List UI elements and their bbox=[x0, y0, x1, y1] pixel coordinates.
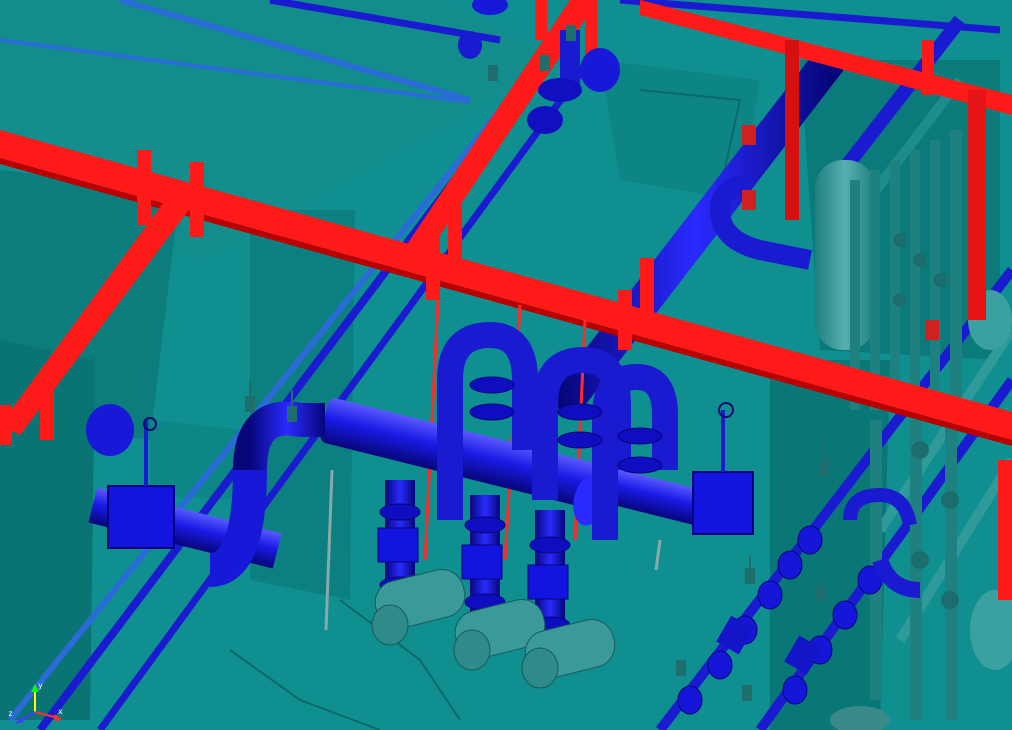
column-red-11[interactable] bbox=[785, 40, 799, 220]
vertical-pipe-c[interactable] bbox=[890, 160, 900, 410]
pump-valve-2[interactable] bbox=[461, 544, 503, 580]
column-red-1[interactable] bbox=[137, 150, 151, 225]
column-red-3[interactable] bbox=[426, 230, 440, 300]
column-red-2[interactable] bbox=[190, 162, 204, 237]
column-red-14[interactable] bbox=[0, 405, 12, 445]
column-red-12[interactable] bbox=[998, 460, 1012, 600]
valve-box-left[interactable] bbox=[107, 485, 175, 549]
pipe-end-left bbox=[86, 404, 134, 456]
valve-red-2[interactable] bbox=[742, 190, 756, 210]
column-red-4[interactable] bbox=[448, 205, 462, 265]
column-red-13[interactable] bbox=[40, 370, 54, 440]
pump-valve-3[interactable] bbox=[527, 564, 569, 600]
vertical-tank[interactable] bbox=[815, 160, 875, 350]
column-red-10[interactable] bbox=[968, 90, 986, 320]
viewport-canvas[interactable]: y x z bbox=[0, 0, 1012, 730]
column-red-9[interactable] bbox=[922, 40, 934, 95]
vertical-pipe-d[interactable] bbox=[910, 150, 920, 410]
column-red-8[interactable] bbox=[585, 0, 597, 55]
column-red-5[interactable] bbox=[618, 290, 632, 350]
model-viewport[interactable]: y x z bbox=[0, 0, 1012, 730]
valve-red-3[interactable] bbox=[925, 320, 939, 340]
pump-valve-1[interactable] bbox=[377, 527, 419, 563]
vertical-pipe-f[interactable] bbox=[950, 130, 962, 410]
triad-y-label: y bbox=[38, 681, 43, 690]
column-red-7[interactable] bbox=[535, 0, 547, 40]
vertical-pipe-i[interactable] bbox=[945, 420, 957, 720]
valve-box-right[interactable] bbox=[692, 471, 754, 535]
column-red-6[interactable] bbox=[640, 258, 654, 318]
vertical-pipe-e[interactable] bbox=[930, 140, 940, 400]
valve-red-1[interactable] bbox=[742, 125, 756, 145]
triad-x-label: x bbox=[58, 707, 63, 716]
vertical-pipe-h[interactable] bbox=[910, 420, 922, 720]
triad-z-label: z bbox=[8, 709, 13, 718]
